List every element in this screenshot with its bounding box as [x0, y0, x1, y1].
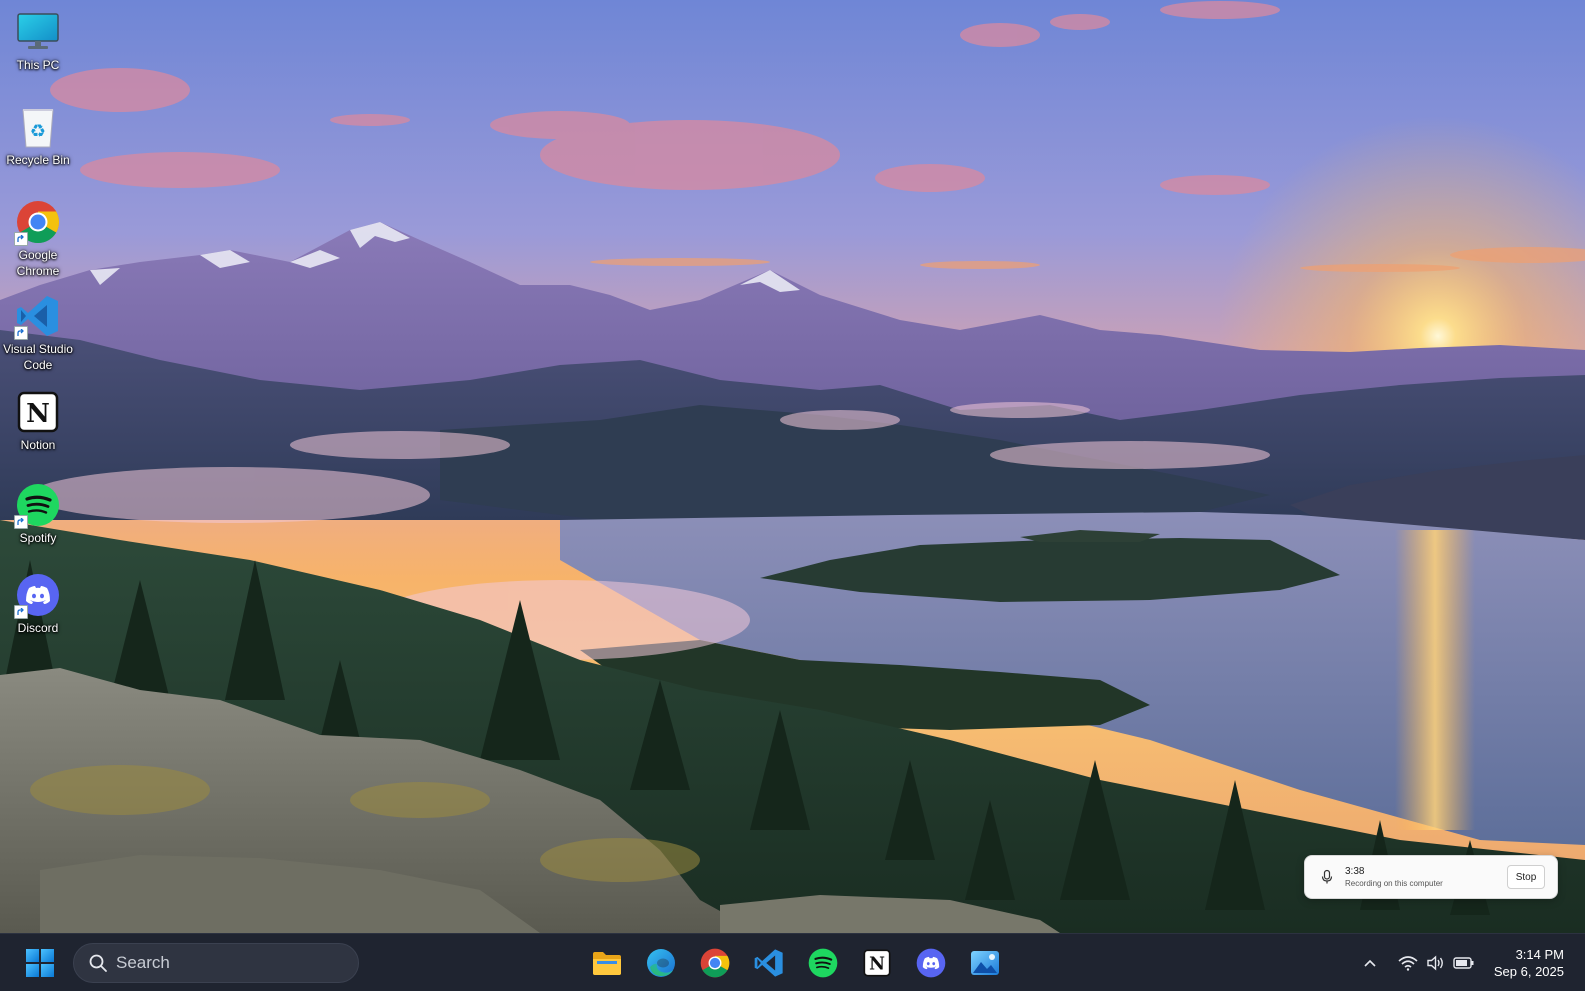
shortcut-arrow-icon — [14, 232, 28, 246]
shortcut-arrow-icon — [14, 326, 28, 340]
taskbar-search-box[interactable]: Search — [73, 943, 359, 983]
wifi-icon — [1398, 956, 1418, 971]
taskbar-clock[interactable]: 3:14 PM Sep 6, 2025 — [1484, 946, 1564, 980]
photos-icon — [971, 951, 999, 975]
stop-recording-button[interactable]: Stop — [1507, 865, 1545, 889]
svg-text:N: N — [26, 399, 50, 429]
vscode-icon — [14, 294, 60, 340]
show-hidden-icons-button[interactable] — [1356, 949, 1384, 977]
desktop-icon-label: Discord — [17, 621, 59, 635]
windows-logo-icon — [26, 949, 54, 977]
svg-text:N: N — [869, 955, 885, 975]
shortcut-arrow-icon — [14, 605, 28, 619]
spotify-icon — [14, 483, 60, 529]
discord-icon — [14, 573, 60, 619]
desktop-icon-label: Google Chrome — [16, 248, 60, 278]
folder-icon — [593, 952, 621, 975]
desktop-wallpaper — [0, 0, 1585, 933]
speaker-icon — [1427, 955, 1443, 971]
recording-indicator: 3:38 Recording on this computer Stop — [1304, 855, 1558, 899]
taskbar-app-vscode[interactable] — [742, 943, 796, 983]
monitor-icon — [16, 10, 60, 54]
search-placeholder: Search — [116, 953, 170, 972]
microphone-icon — [1321, 869, 1333, 884]
taskbar-app-photos[interactable] — [958, 943, 1012, 983]
desktop-icon-this-pc[interactable]: This PC — [0, 10, 76, 73]
discord-icon — [916, 948, 946, 978]
taskbar-app-spotify[interactable] — [796, 943, 850, 983]
desktop-icon-label: Spotify — [19, 531, 57, 545]
recycle-bin-icon: ♻ — [16, 105, 60, 149]
taskbar-app-notion[interactable]: N — [850, 943, 904, 983]
desktop-icon-notion[interactable]: N Notion — [0, 390, 76, 453]
svg-text:♻: ♻ — [30, 121, 46, 142]
desktop-icon-label: Visual Studio Code — [3, 342, 73, 372]
taskbar-app-chrome[interactable] — [688, 943, 742, 983]
chrome-icon — [700, 948, 730, 978]
desktop-icon-discord[interactable]: Discord — [0, 573, 76, 636]
taskbar-pinned-apps: N — [580, 943, 1012, 983]
taskbar-app-discord[interactable] — [904, 943, 958, 983]
battery-icon — [1453, 957, 1474, 969]
battery-button[interactable] — [1450, 949, 1478, 977]
taskbar: Search N 3:14 PM Sep 6, 2025 — [0, 933, 1585, 991]
desktop-icon-label: Recycle Bin — [6, 153, 70, 167]
recording-time: 3:38 — [1345, 865, 1365, 877]
desktop-icon-recycle-bin[interactable]: ♻ Recycle Bin — [0, 105, 76, 168]
desktop-icon-label: This PC — [16, 58, 60, 72]
desktop-icon-google-chrome[interactable]: Google Chrome — [0, 200, 76, 279]
desktop-icon-spotify[interactable]: Spotify — [0, 483, 76, 546]
system-tray — [1356, 943, 1478, 983]
desktop-icon-visual-studio-code[interactable]: Visual Studio Code — [0, 294, 76, 373]
notion-icon: N — [16, 390, 60, 434]
start-button[interactable] — [24, 947, 56, 979]
taskbar-app-file-explorer[interactable] — [580, 943, 634, 983]
chrome-icon — [14, 200, 60, 246]
taskbar-app-edge[interactable] — [634, 943, 688, 983]
search-icon — [89, 954, 107, 972]
notion-icon: N — [863, 949, 891, 977]
shortcut-arrow-icon — [14, 515, 28, 529]
spotify-icon — [808, 948, 838, 978]
edge-icon — [647, 949, 675, 977]
chevron-up-icon — [1364, 959, 1376, 967]
desktop-icon-label: Notion — [20, 438, 56, 452]
recording-subtitle: Recording on this computer — [1345, 878, 1443, 888]
volume-button[interactable] — [1422, 949, 1450, 977]
clock-date: Sep 6, 2025 — [1493, 964, 1564, 979]
vscode-icon — [754, 949, 783, 977]
network-button[interactable] — [1394, 949, 1422, 977]
clock-time: 3:14 PM — [1515, 947, 1564, 962]
